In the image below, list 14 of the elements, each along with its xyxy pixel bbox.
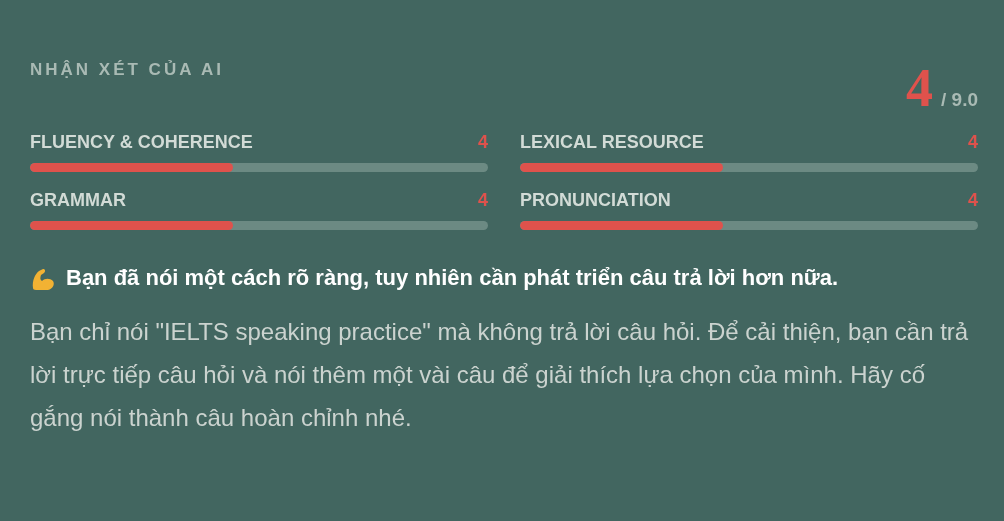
criterion-label: PRONUNCIATION: [520, 190, 671, 211]
section-heading: NHẬN XÉT CỦA AI: [30, 60, 224, 80]
overall-score: 4: [906, 64, 933, 112]
score-maximum: / 9.0: [941, 89, 978, 111]
criterion-score: 4: [968, 190, 978, 211]
criterion-score: 4: [968, 132, 978, 153]
criterion-label: FLUENCY & COHERENCE: [30, 132, 253, 153]
criterion-score: 4: [478, 132, 488, 153]
feedback-summary: Bạn đã nói một cách rõ ràng, tuy nhiên cần phát triển câu trả lời hơn nữa.: [66, 264, 839, 292]
criterion-score: 4: [478, 190, 488, 211]
flexed-arm-icon: [30, 266, 56, 292]
feedback-detail: Bạn chỉ nói "IELTS speaking practice" mà không trả lời câu hỏi. Để cải thiện, bạn cần trả lời trực tiếp câu hỏi và nói thêm một vài câu để giải thích lựa chọn của mình. Hãy cố gắng nói thành câu hoàn chỉnh nhé.: [30, 317, 970, 433]
criterion-label: LEXICAL RESOURCE: [520, 132, 704, 153]
criterion-label: GRAMMAR: [30, 190, 126, 211]
